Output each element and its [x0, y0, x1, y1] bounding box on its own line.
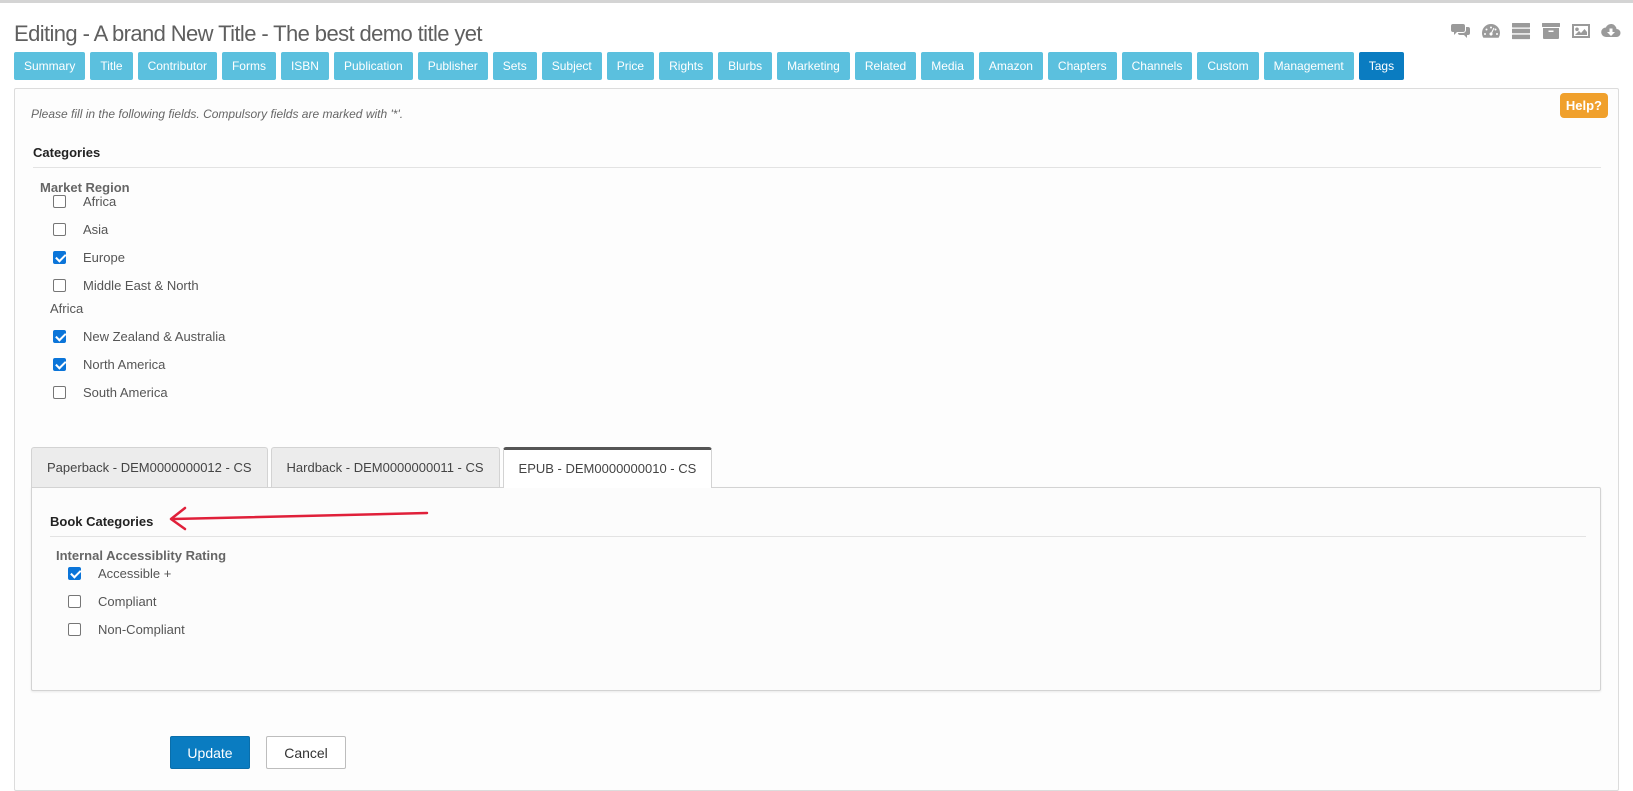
cloud-download-icon[interactable]	[1601, 21, 1621, 41]
accessibility-rating-label: Internal Accessiblity Rating	[56, 548, 227, 563]
checkbox-south-america[interactable]	[53, 385, 66, 399]
nav-tab-summary[interactable]: Summary	[14, 52, 86, 80]
checkbox-label: Non-Compliant	[98, 621, 185, 637]
nav-tab-rights[interactable]: Rights	[659, 52, 714, 80]
server-icon[interactable]	[1511, 21, 1531, 41]
nav-tab-custom[interactable]: Custom	[1197, 52, 1259, 80]
nav-tab-marketing[interactable]: Marketing	[777, 52, 850, 80]
nav-tab-isbn[interactable]: ISBN	[280, 52, 329, 80]
nav-tab-media[interactable]: Media	[921, 52, 974, 80]
annotation-arrow-icon	[169, 506, 429, 531]
checkbox-label: Accessible +	[98, 565, 172, 581]
nav-tab-publisher[interactable]: Publisher	[417, 52, 488, 80]
checkbox-asia[interactable]	[53, 222, 66, 236]
checkbox-row-south-america[interactable]: South America	[53, 382, 168, 402]
checkbox-non-compliant[interactable]	[68, 622, 81, 636]
checkbox-middle-east-north[interactable]	[53, 278, 66, 292]
format-tab-hardback[interactable]: Hardback - DEM0000000011 - CS	[270, 447, 500, 487]
nav-tab-blurbs[interactable]: Blurbs	[718, 52, 773, 80]
header-toolbar	[1451, 21, 1621, 41]
nav-tab-amazon[interactable]: Amazon	[978, 52, 1043, 80]
cancel-button[interactable]: Cancel	[266, 736, 346, 769]
nav-tab-forms[interactable]: Forms	[221, 52, 276, 80]
format-tabs: Paperback - DEM0000000012 - CS Hardback -…	[31, 447, 713, 488]
categories-heading: Categories	[33, 145, 1601, 168]
checkbox-africa[interactable]	[53, 194, 66, 208]
format-tab-paperback[interactable]: Paperback - DEM0000000012 - CS	[31, 447, 268, 487]
checkbox-label: Asia	[83, 221, 109, 237]
nav-tab-management[interactable]: Management	[1263, 52, 1354, 80]
help-button[interactable]: Help?	[1559, 93, 1608, 118]
checkbox-label: Compliant	[98, 593, 157, 609]
tags-panel: Help? Please fill in the following field…	[14, 88, 1619, 791]
checkbox-accessible[interactable]	[68, 566, 81, 580]
market-region-wrapped-text: Africa	[50, 301, 84, 316]
instructions-text: Please fill in the following fields. Com…	[31, 107, 404, 121]
dashboard-icon[interactable]	[1481, 21, 1501, 41]
page-title: Editing - A brand New Title - The best d…	[14, 21, 483, 46]
checkbox-north-america[interactable]	[53, 357, 66, 371]
nav-tab-publication[interactable]: Publication	[333, 52, 413, 80]
checkbox-label: South America	[83, 384, 168, 400]
format-tab-epub[interactable]: EPUB - DEM0000000010 - CS	[502, 447, 713, 488]
checkbox-row-africa[interactable]: Africa	[53, 191, 116, 211]
checkbox-label: Middle East & North	[83, 277, 199, 293]
update-button[interactable]: Update	[170, 736, 250, 769]
checkbox-row-compliant[interactable]: Compliant	[68, 591, 157, 611]
nav-tab-subject[interactable]: Subject	[541, 52, 602, 80]
checkbox-row-asia[interactable]: Asia	[53, 219, 108, 239]
comments-icon[interactable]	[1451, 21, 1471, 41]
nav-tab-channels[interactable]: Channels	[1121, 52, 1193, 80]
checkbox-row-accessible[interactable]: Accessible +	[68, 563, 171, 583]
checkbox-europe[interactable]	[53, 250, 66, 264]
checkbox-compliant[interactable]	[68, 594, 81, 608]
nav-tab-related[interactable]: Related	[854, 52, 917, 80]
nav-tabs: Summary Title Contributor Forms ISBN Publicat…	[14, 52, 1405, 80]
nav-tab-chapters[interactable]: Chapters	[1047, 52, 1117, 80]
checkbox-row-north-america[interactable]: North America	[53, 354, 165, 374]
checkbox-label: Africa	[83, 193, 117, 209]
nav-tab-price[interactable]: Price	[606, 52, 655, 80]
checkbox-label: Europe	[83, 249, 125, 265]
checkbox-row-new-zealand-australia[interactable]: New Zealand & Australia	[53, 326, 225, 346]
image-icon[interactable]	[1571, 21, 1591, 41]
checkbox-row-middle-east-north[interactable]: Middle East & North	[53, 275, 199, 295]
archive-icon[interactable]	[1541, 21, 1561, 41]
nav-tab-tags[interactable]: Tags	[1358, 52, 1405, 80]
checkbox-row-non-compliant[interactable]: Non-Compliant	[68, 619, 185, 639]
checkbox-label: New Zealand & Australia	[83, 328, 226, 344]
checkbox-row-europe[interactable]: Europe	[53, 247, 125, 267]
checkbox-new-zealand-australia[interactable]	[53, 329, 66, 343]
checkbox-label: North America	[83, 356, 166, 372]
nav-tab-title[interactable]: Title	[90, 52, 133, 80]
nav-tab-sets[interactable]: Sets	[492, 52, 537, 80]
nav-tab-contributor[interactable]: Contributor	[137, 52, 217, 80]
